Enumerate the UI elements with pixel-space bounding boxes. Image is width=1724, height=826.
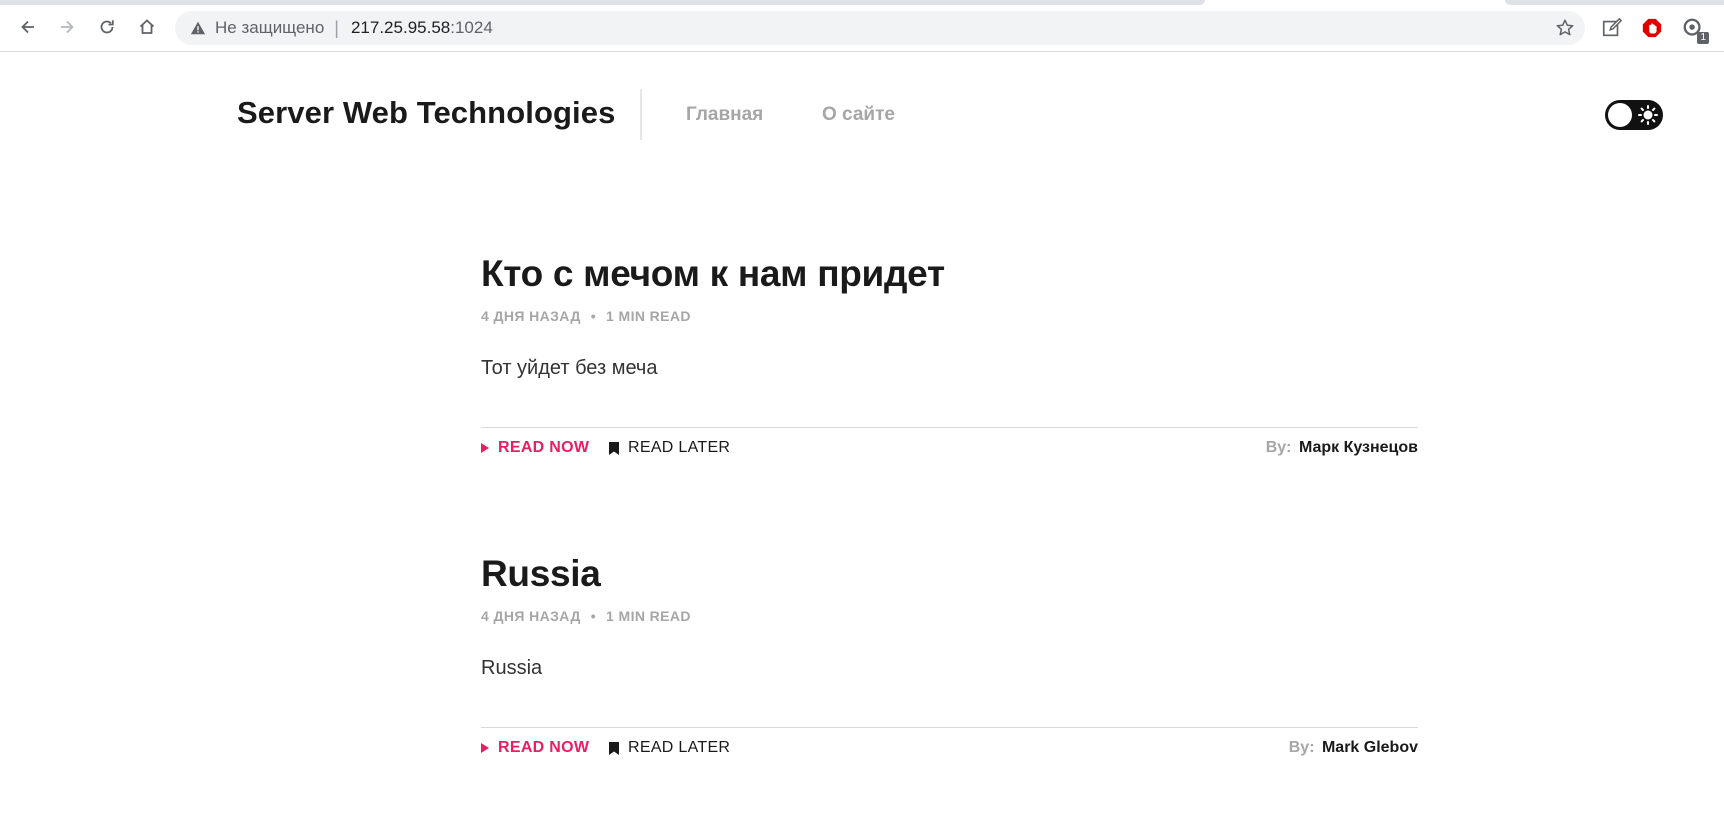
post-byline: By: Марк Кузнецов xyxy=(1266,439,1418,457)
bookmark-icon xyxy=(609,741,619,755)
read-now-button[interactable]: READ NOW xyxy=(481,739,589,757)
post-footer: READ NOW READ LATER By: Марк Кузнецов xyxy=(481,427,1418,471)
meta-separator: • xyxy=(590,308,597,324)
read-later-label: READ LATER xyxy=(628,739,731,756)
nav-link-about[interactable]: О сайте xyxy=(822,104,895,126)
by-label: By: xyxy=(1288,739,1315,756)
post-card: Кто с мечом к нам придет 4 ДНЯ НАЗАД • 1… xyxy=(481,252,1418,456)
post-card: Russia 4 ДНЯ НАЗАД • 1 MIN READ Russia R… xyxy=(481,552,1418,756)
sun-icon xyxy=(1638,105,1658,125)
security-label[interactable]: Не защищено xyxy=(215,18,324,38)
extensions-button[interactable]: 1 xyxy=(1681,16,1709,44)
read-now-label: READ NOW xyxy=(498,439,590,456)
home-icon xyxy=(139,19,155,34)
tab-strip-right xyxy=(1505,0,1724,5)
forward-button[interactable] xyxy=(52,12,82,42)
post-excerpt: Russia xyxy=(481,657,543,679)
toggle-knob xyxy=(1608,103,1632,127)
read-now-label: READ NOW xyxy=(498,739,590,756)
post-byline: By: Mark Glebov xyxy=(1289,739,1418,757)
post-title[interactable]: Russia xyxy=(481,552,1418,596)
meta-separator: • xyxy=(590,608,597,624)
play-icon xyxy=(481,743,489,753)
post-read-time: 1 MIN READ xyxy=(606,608,691,624)
post-author[interactable]: Марк Кузнецов xyxy=(1299,439,1418,456)
forward-icon xyxy=(61,20,74,34)
post-title[interactable]: Кто с мечом к нам придет xyxy=(481,252,1418,296)
url-separator: | xyxy=(334,17,339,38)
header-divider xyxy=(640,89,642,140)
post-date: 4 ДНЯ НАЗАД xyxy=(481,608,581,624)
address-bar[interactable]: Не защищено | 217.25.95.58 :1024 xyxy=(175,11,1585,45)
back-button[interactable] xyxy=(13,12,43,42)
browser-toolbar: Не защищено | 217.25.95.58 :1024 1 xyxy=(0,0,1724,52)
post-excerpt: Тот уйдет без меча xyxy=(481,357,658,379)
reload-icon xyxy=(100,20,114,34)
post-author[interactable]: Mark Glebov xyxy=(1322,739,1418,756)
nav-link-home[interactable]: Главная xyxy=(686,104,763,126)
bookmark-icon xyxy=(609,441,619,455)
theme-toggle[interactable] xyxy=(1605,100,1663,130)
by-label: By: xyxy=(1265,439,1292,456)
reload-button[interactable] xyxy=(92,12,122,42)
adblock-extension-button[interactable] xyxy=(1640,16,1664,40)
play-icon xyxy=(481,443,489,453)
read-now-button[interactable]: READ NOW xyxy=(481,439,589,457)
tab-strip xyxy=(0,0,1205,5)
star-icon[interactable] xyxy=(1555,18,1575,38)
url-host[interactable]: 217.25.95.58 xyxy=(351,18,450,38)
read-later-button[interactable]: READ LATER xyxy=(609,739,730,757)
post-footer: READ NOW READ LATER By: Mark Glebov xyxy=(481,727,1418,771)
edit-icon xyxy=(1602,17,1623,37)
post-meta: 4 ДНЯ НАЗАД • 1 MIN READ xyxy=(481,608,1418,624)
home-button[interactable] xyxy=(132,12,162,42)
edit-extension-button[interactable] xyxy=(1600,16,1624,40)
extension-badge: 1 xyxy=(1697,32,1709,44)
site-title[interactable]: Server Web Technologies xyxy=(237,95,615,131)
post-meta: 4 ДНЯ НАЗАД • 1 MIN READ xyxy=(481,308,1418,324)
adblock-icon xyxy=(1642,18,1662,38)
read-later-label: READ LATER xyxy=(628,439,731,456)
url-port[interactable]: :1024 xyxy=(450,18,493,38)
back-icon xyxy=(21,20,34,34)
post-read-time: 1 MIN READ xyxy=(606,308,691,324)
read-later-button[interactable]: READ LATER xyxy=(609,439,730,457)
warning-icon[interactable] xyxy=(189,19,207,37)
post-date: 4 ДНЯ НАЗАД xyxy=(481,308,581,324)
